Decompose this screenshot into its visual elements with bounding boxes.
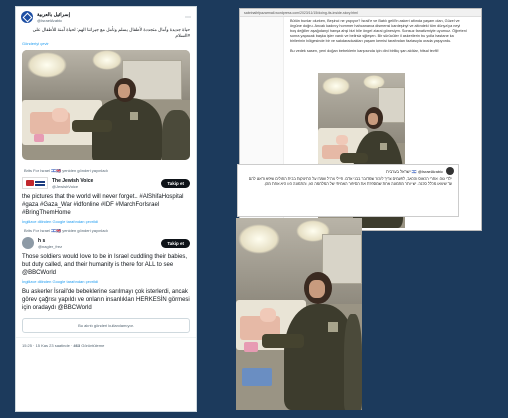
jewish-voice-logo[interactable] xyxy=(22,177,48,189)
tweet-photo[interactable] xyxy=(22,50,190,160)
account-name[interactable]: إسرائيل بالعربية xyxy=(37,12,70,18)
hs-tweet-text: Those soldiers would love to be in Israe… xyxy=(22,254,188,276)
article-url[interactable]: sabrinaihfpazarmail.wordpress.com/2023/1… xyxy=(240,9,481,17)
tweet-header: إسرائيل بالعربية @IsraelArabic ⋯ xyxy=(16,7,196,25)
translate-link[interactable]: Gönderiyi çevir xyxy=(16,41,196,48)
hebrew-post-screenshot: ישראל בערבית 🇮🇱 @IsraelArabic ילדי גזה: … xyxy=(237,164,459,217)
hebrew-post-text: ילדי גזה: אחרי הכאוס והכאב, לפעמים צריך … xyxy=(248,177,452,186)
jv-handle[interactable]: @JewishVoice xyxy=(52,184,93,189)
bottom-photo xyxy=(236,218,362,410)
israel-arabic-avatar[interactable] xyxy=(21,11,33,23)
jewish-voice-header: The Jewish Voice @JewishVoice Takip et xyxy=(16,175,196,191)
more-options-icon[interactable]: ⋯ xyxy=(185,14,191,21)
retweeter-line[interactable]: Brits For Israel 🇮🇱🇬🇧 yeniden gönderi ya… xyxy=(16,166,196,175)
hs-turkish-text: Bu askerler İsrail'de bebeklerine sarılm… xyxy=(22,289,190,311)
footer-views-label: Görüntüleme xyxy=(81,343,105,348)
retweeter-line-2[interactable]: Brits For Israel 🇮🇱🇬🇧 yeniden gönderi ya… xyxy=(16,226,196,235)
tweet-footer: 15:25 · 15 Kas 23 saatinde · 463 Görüntü… xyxy=(16,340,196,351)
footer-divider xyxy=(16,337,196,338)
hs-translate-note[interactable]: İngilizce dilinden Google tarafından çev… xyxy=(16,279,196,286)
tweet-panel: إسرائيل بالعربية @IsraelArabic ⋯ حياة جد… xyxy=(15,6,197,412)
hebrew-account-avatar[interactable] xyxy=(446,167,454,175)
follow-button-2[interactable]: Takip et xyxy=(161,238,190,248)
footer-time: 15:25 · 15 Kas 23 saatinde · xyxy=(22,343,73,348)
jv-tweet-text: the pictures that the world will never f… xyxy=(22,194,184,216)
tweet-arabic-text: حياة جديدة وآمال متجددة لأطفال يسلم ونأم… xyxy=(32,27,190,38)
hs-header: h s @nagler_frez Takip et xyxy=(16,235,196,251)
footer-views: 463 xyxy=(73,343,81,348)
hebrew-account-name[interactable]: ישראל בערבית 🇮🇱 @IsraelArabic xyxy=(386,169,443,174)
follow-button[interactable]: Takip et xyxy=(161,178,190,188)
jv-translate-note[interactable]: İngilizce dilinden Google tarafından çev… xyxy=(16,219,196,226)
hebrew-post-header: ישראל בערבית 🇮🇱 @IsraelArabic xyxy=(238,165,458,177)
account-handle[interactable]: @IsraelArabic xyxy=(37,18,70,23)
unavailable-quote-notice: Bu alıntı gönderi kullanılamıyor. xyxy=(22,318,190,333)
hs-handle[interactable]: @nagler_frez xyxy=(38,244,62,249)
hs-avatar[interactable] xyxy=(22,237,34,249)
jv-name[interactable]: The Jewish Voice xyxy=(52,178,93,184)
